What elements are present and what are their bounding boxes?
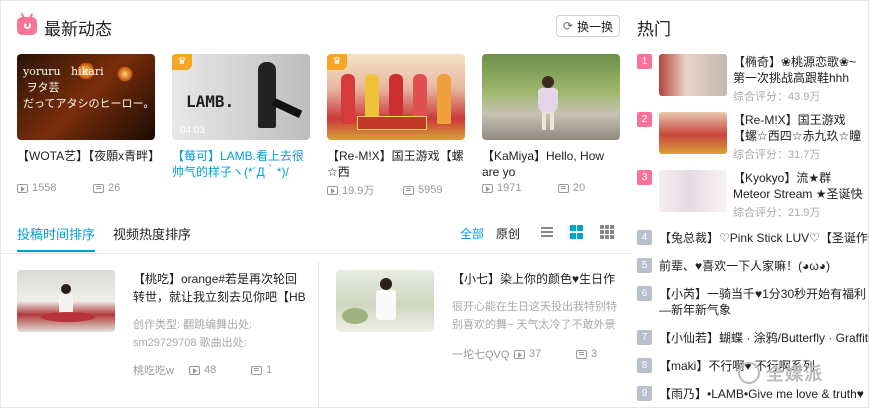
hot-item[interactable]: 3 【Kyokyo】流★群 Meteor Stream ★圣诞快乐！ 综合评分：…	[637, 170, 865, 219]
play-count-icon	[189, 365, 200, 375]
tab-sort-hot[interactable]: 视频热度排序	[113, 224, 191, 252]
video-thumbnail[interactable]: yoruru hikari ヲタ芸 だってアタシのヒーロー。	[17, 54, 155, 140]
hot-item[interactable]: 5 前辈、♥喜欢一下人家嘛！(◕ω◕)	[637, 258, 865, 276]
hot-item-title[interactable]: 【椭奇】❀桃源恋歌❀~第一次挑战高跟鞋hhh	[733, 54, 865, 86]
post-author[interactable]: 一坨七QVQ	[452, 346, 509, 362]
hot-item-title[interactable]: 前辈、♥喜欢一下人家嘛！(◕ω◕)	[659, 258, 869, 274]
view-switcher	[540, 225, 614, 239]
video-card[interactable]: yoruru hikari ヲタ芸 だってアタシのヒーロー。 【WOTA艺】【夜…	[17, 54, 155, 194]
video-title[interactable]: 【WOTA艺】【夜願x青畔】	[17, 148, 155, 180]
column-divider	[318, 262, 319, 408]
play-count-icon	[482, 183, 493, 193]
danmaku-icon	[403, 185, 414, 195]
play-count-icon	[514, 349, 525, 359]
filter-original[interactable]: 原创	[496, 225, 520, 242]
hot-score: 综合评分：31.7万	[733, 149, 821, 161]
hot-item[interactable]: 9 【雨乃】•LAMB•Give me love & truth♥	[637, 386, 865, 404]
danmaku-count: 26	[108, 182, 121, 194]
tabs-divider	[0, 253, 632, 254]
play-count: 19.9万	[342, 185, 375, 197]
crown-icon: ♛	[172, 54, 192, 70]
watermark-text: 全媒派	[766, 364, 823, 384]
post-thumbnail[interactable]	[17, 270, 115, 332]
refresh-icon: ⟳	[562, 19, 574, 33]
hot-item-title[interactable]: 【Kyokyo】流★群 Meteor Stream ★圣诞快乐！	[733, 170, 865, 202]
danmaku-count: 1	[266, 364, 273, 376]
rank-badge: 9	[637, 386, 652, 401]
hot-item-title[interactable]: 【雨乃】•LAMB•Give me love & truth♥	[659, 386, 869, 402]
hot-item[interactable]: 1 【椭奇】❀桃源恋歌❀~第一次挑战高跟鞋hhh 综合评分：43.9万	[637, 54, 865, 103]
refresh-button[interactable]: ⟳ 换一换	[556, 15, 620, 37]
hot-thumbnail[interactable]	[659, 112, 727, 154]
hot-section: 热门 1 【椭奇】❀桃源恋歌❀~第一次挑战高跟鞋hhh 综合评分：43.9万 2…	[632, 0, 869, 408]
sort-tabs: 投稿时间排序 视频热度排序	[17, 224, 191, 252]
rank-badge: 1	[637, 54, 652, 69]
play-count: 1971	[497, 182, 522, 194]
danmaku-icon	[93, 183, 104, 193]
hot-item-title[interactable]: 【小芮】一骑当千♥1分30秒开始有福利—新年新气象	[659, 286, 869, 320]
hot-thumbnail[interactable]	[659, 54, 727, 96]
refresh-label: 换一换	[577, 19, 614, 34]
hot-item[interactable]: 2 【Re-M!X】国王游戏【螺☆西四☆赤九玖☆瞳☆浩】第 综合评分：31.7万	[637, 112, 865, 161]
danmaku-count: 5959	[418, 184, 443, 196]
small-grid-view-icon[interactable]	[600, 225, 614, 239]
rank-badge: 7	[637, 330, 652, 345]
filter-all[interactable]: 全部	[460, 225, 484, 242]
hot-item[interactable]: 6 【小芮】一骑当千♥1分30秒开始有福利—新年新气象	[637, 286, 866, 320]
rank-badge: 8	[637, 358, 652, 373]
hot-thumbnail[interactable]	[659, 170, 727, 212]
video-card[interactable]: 【KaMiya】Hello, How are yo 1971 20	[482, 54, 620, 194]
danmaku-icon	[251, 365, 262, 375]
tv-icon	[17, 17, 37, 35]
video-card[interactable]: ♛ 【Re-M!X】国王游戏【螺☆西 19.9万 5959	[327, 54, 465, 198]
thumbnail-overlay-text: yoruru hikari ヲタ芸 だってアタシのヒーロー。	[23, 65, 155, 110]
watermark-icon	[738, 362, 760, 384]
play-count: 1558	[32, 182, 57, 194]
video-title[interactable]: 【KaMiya】Hello, How are yo	[482, 148, 620, 180]
hot-score: 综合评分：43.9万	[733, 91, 821, 103]
latest-section: 最新动态 ⟳ 换一换 yoruru hikari ヲタ芸 だってアタシのヒーロー…	[0, 0, 632, 408]
type-filters: 全部 原创	[460, 225, 520, 242]
post-thumbnail[interactable]	[336, 270, 434, 332]
danmaku-count: 3	[591, 348, 598, 360]
hot-item-title[interactable]: 【兔总裁】♡Pink Stick LUV♡【圣诞作♥】	[659, 230, 869, 246]
video-thumbnail[interactable]: ♛ LAMB. 04:03	[172, 54, 310, 140]
rank-badge: 5	[637, 258, 652, 273]
video-card[interactable]: ♛ LAMB. 04:03 【莓可】LAMB.看上去很帅气的样子ヽ(*´Д｀*)…	[172, 54, 310, 180]
danmaku-icon	[576, 349, 587, 359]
play-count: 37	[529, 348, 542, 360]
hot-item-title[interactable]: 【Re-M!X】国王游戏【螺☆西四☆赤九玖☆瞳☆浩】第	[733, 112, 865, 144]
post-description: 创作类型: 翻跳编舞出处: sm29729708 歌曲出处: sm1962563…	[133, 319, 253, 349]
play-count-icon	[327, 185, 338, 195]
danmaku-icon	[558, 183, 569, 193]
rank-badge: 2	[637, 112, 652, 127]
hot-item-title[interactable]: 【maki】不行啊♥ 不行啊系列	[659, 358, 869, 374]
list-view-icon[interactable]	[540, 225, 554, 239]
post-title[interactable]: 【小七】染上你的颜色♥生日作♥	[452, 270, 620, 288]
video-thumbnail[interactable]	[482, 54, 620, 140]
hot-item-title[interactable]: 【小仙若】蝴蝶 · 涂鸦/Butterfly · Graffiti	[659, 330, 869, 346]
rank-badge: 4	[637, 230, 652, 245]
play-count-icon	[17, 183, 28, 193]
rank-badge: 3	[637, 170, 652, 185]
hot-title: 热门	[637, 20, 671, 39]
hot-item[interactable]: 4 【兔总裁】♡Pink Stick LUV♡【圣诞作♥】	[637, 230, 869, 248]
rank-badge: 6	[637, 286, 652, 301]
video-title[interactable]: 【Re-M!X】国王游戏【螺☆西	[327, 148, 465, 180]
post-title[interactable]: 【桃吃】orange#若是再次轮回转世，就让我立刻去见你吧【HB to 不二	[133, 270, 309, 306]
danmaku-count: 20	[573, 182, 586, 194]
video-thumbnail[interactable]: ♛	[327, 54, 465, 140]
post-description: 很开心能在生日这天投出我特别特别喜欢的舞~ 天气太冷了不敢外景了于	[452, 301, 617, 331]
tab-sort-time[interactable]: 投稿时间排序	[17, 224, 96, 252]
section-title: 最新动态	[44, 20, 112, 39]
thumbnail-overlay-text: LAMB.	[186, 92, 235, 111]
post-author[interactable]: 桃吃吃w	[133, 362, 177, 378]
video-title[interactable]: 【莓可】LAMB.看上去很帅气的样子ヽ(*´Д｀*)/	[172, 148, 310, 180]
video-duration: 04:03	[180, 125, 206, 136]
crown-icon: ♛	[327, 54, 347, 70]
play-count: 48	[204, 364, 217, 376]
grid-view-icon[interactable]	[570, 225, 584, 239]
hot-item[interactable]: 7 【小仙若】蝴蝶 · 涂鸦/Butterfly · Graffiti	[637, 330, 869, 348]
hot-score: 综合评分：21.9万	[733, 207, 821, 219]
